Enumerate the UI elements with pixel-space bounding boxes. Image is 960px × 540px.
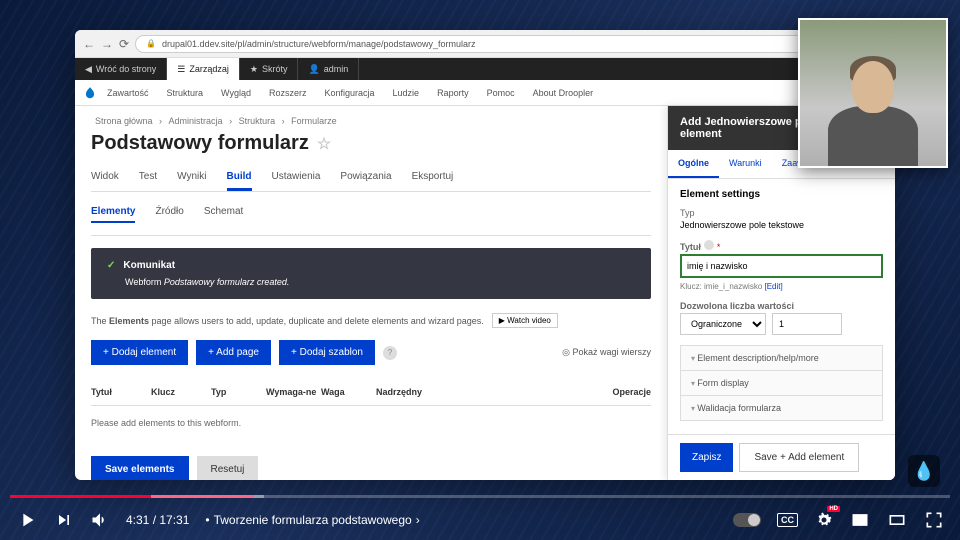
tab-settings[interactable]: Ustawienia [272,165,321,191]
back-icon[interactable]: ← [83,37,95,51]
url-text: drupal01.ddev.site/pl/admin/structure/we… [162,39,476,49]
subtab-schema[interactable]: Schemat [204,202,243,223]
check-icon: ✓ [107,260,115,271]
settings-icon[interactable]: HD [814,510,834,530]
tab-export[interactable]: Eksportuj [412,165,454,191]
chevron-right-icon: › [416,513,420,527]
tab-test[interactable]: Test [139,165,157,191]
admin-content[interactable]: Zawartość [99,88,157,98]
admin-help[interactable]: Pomoc [479,88,523,98]
sidebar-save-add-button[interactable]: Save + Add element [739,443,859,472]
chapter-title[interactable]: • Tworzenie formularza podstawowego › [205,513,419,527]
secondary-tabs: Elementy Źródło Schemat [91,202,651,223]
add-template-button[interactable]: + Dodaj szablon [279,340,375,365]
empty-table-text: Please add elements to this webform. [91,406,651,440]
title-input[interactable] [680,254,883,278]
main-content: Strona główna › Administracja › Struktur… [75,106,667,480]
forward-icon[interactable]: → [101,37,113,51]
breadcrumb: Strona główna › Administracja › Struktur… [91,116,651,126]
autoplay-toggle[interactable] [733,513,761,527]
save-elements-button[interactable]: Save elements [91,456,189,480]
hd-badge: HD [827,506,840,512]
add-element-button[interactable]: + Dodaj element [91,340,188,365]
help-icon[interactable]: ? [383,346,397,360]
subtab-elements[interactable]: Elementy [91,202,135,223]
primary-tabs: Widok Test Wyniki Build Ustawienia Powią… [91,165,651,192]
manage-toggle[interactable]: ☰ Zarządzaj [167,58,240,80]
side-tab-general[interactable]: Ogólne [668,150,719,178]
table-header: Tytuł Klucz Typ Wymaga-ne Waga Nadrzędny… [91,379,651,406]
lock-icon: 🔒 [146,39,156,48]
admin-people[interactable]: Ludzie [385,88,428,98]
admin-reports[interactable]: Raporty [429,88,477,98]
webcam-overlay [798,18,948,168]
chrome-toolbar: ← → ⟳ 🔒 drupal01.ddev.site/pl/admin/stru… [75,30,895,58]
help-dot-icon[interactable] [704,240,714,250]
accordion-validation[interactable]: Walidacja formularza [680,395,883,421]
cc-button[interactable]: CC [777,513,798,527]
sidebar-section-title: Element settings [680,189,883,200]
accordion-description[interactable]: Element description/help/more [680,345,883,371]
browser-window: ← → ⟳ 🔒 drupal01.ddev.site/pl/admin/stru… [75,30,895,480]
admin-extend[interactable]: Rozszerz [261,88,315,98]
drupal-logo-icon [83,86,97,100]
watch-video-button[interactable]: ▶ Watch video [492,313,558,328]
admin-structure[interactable]: Struktura [159,88,212,98]
miniplayer-icon[interactable] [850,510,870,530]
watermark-icon: 💧 [908,455,940,487]
tab-results[interactable]: Wyniki [177,165,206,191]
tab-build[interactable]: Build [227,165,252,191]
drupal-topbar: ◀ Wróć do strony ☰ Zarządzaj ★ Skróty 👤 … [75,58,895,80]
admin-toolbar: Zawartość Struktura Wygląd Rozszerz Konf… [75,80,895,106]
admin-droopler[interactable]: About Droopler [525,88,602,98]
user-link[interactable]: 👤 admin [298,58,359,80]
volume-icon[interactable] [90,510,110,530]
page-title: Podstawowy formularz ☆ [91,132,651,155]
side-tab-conditions[interactable]: Warunki [719,150,772,178]
show-weights-link[interactable]: ◎ Pokaż wagi wierszy [562,347,651,358]
allowed-number-input[interactable] [772,313,842,335]
shortcuts-link[interactable]: ★ Skróty [240,58,299,80]
next-icon[interactable] [54,510,74,530]
star-icon[interactable]: ☆ [317,134,331,154]
theater-icon[interactable] [886,510,908,530]
tab-view[interactable]: Widok [91,165,119,191]
progress-bar[interactable] [10,495,950,498]
sidebar-save-button[interactable]: Zapisz [680,443,733,472]
fullscreen-icon[interactable] [924,510,944,530]
allowed-select[interactable]: Ograniczone [680,313,766,335]
time-display: 4:31 / 17:31 [126,513,189,527]
admin-config[interactable]: Konfiguracja [316,88,382,98]
help-text: The Elements page allows users to add, u… [91,313,651,328]
admin-appearance[interactable]: Wygląd [213,88,259,98]
reload-icon[interactable]: ⟳ [119,37,129,51]
add-page-button[interactable]: + Add page [196,340,271,365]
play-icon[interactable] [16,509,38,531]
reset-button[interactable]: Resetuj [197,456,259,480]
subtab-source[interactable]: Źródło [155,202,183,223]
tab-references[interactable]: Powiązania [340,165,391,191]
accordion-form-display[interactable]: Form display [680,370,883,396]
player-controls: 4:31 / 17:31 • Tworzenie formularza pods… [0,500,960,540]
back-to-site[interactable]: ◀ Wróć do strony [75,58,167,80]
action-row: + Dodaj element + Add page + Dodaj szabl… [91,340,651,365]
status-message: ✓Komunikat Webform Podstawowy formularz … [91,248,651,299]
url-bar[interactable]: 🔒 drupal01.ddev.site/pl/admin/structure/… [135,35,887,53]
key-text: Klucz: imie_i_nazwisko [Edit] [680,282,883,291]
edit-key-link[interactable]: [Edit] [765,282,783,291]
